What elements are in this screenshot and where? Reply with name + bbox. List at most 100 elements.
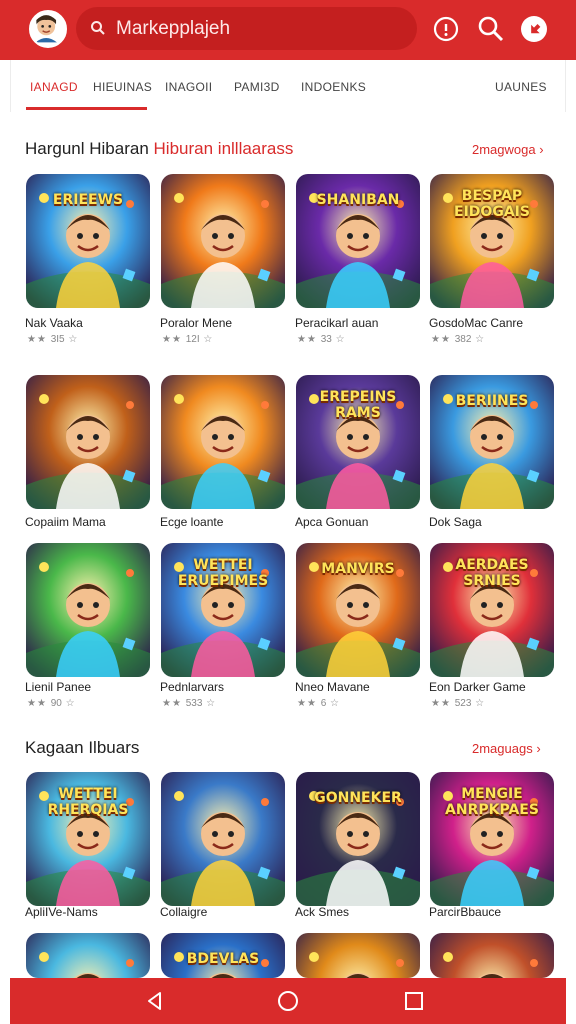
app-tile[interactable]: GONNEKER — [296, 772, 420, 906]
star-outline-icon: ☆ — [471, 334, 486, 345]
game-artwork-icon — [161, 174, 285, 308]
star-outline-icon: ☆ — [61, 698, 76, 709]
game-artwork-icon — [161, 375, 285, 509]
tab-4[interactable]: INDOENKS — [301, 80, 366, 94]
system-nav-bar — [10, 978, 566, 1024]
app-tile[interactable] — [26, 933, 150, 978]
rating-value: 533 — [185, 698, 203, 709]
tile-title: AERDAES SRNIES — [455, 557, 529, 589]
tab-5[interactable]: UAUNES — [495, 80, 547, 94]
tile-title: GONNEKER — [314, 790, 402, 806]
search-bar[interactable]: Markepplajeh — [76, 7, 417, 50]
app-name[interactable]: Collaigre — [160, 905, 207, 919]
star-icon: ★★ — [297, 698, 321, 709]
back-icon[interactable] — [142, 988, 168, 1014]
star-icon: ★★ — [27, 334, 51, 345]
app-name[interactable]: ApliIVe-Nams — [25, 905, 98, 919]
tile-title: MENGIE ANRPKPAES — [445, 786, 539, 818]
app-tile[interactable] — [26, 375, 150, 509]
app-tile[interactable]: AERDAES SRNIES — [430, 543, 554, 677]
tab-3[interactable]: PAMI3D — [234, 80, 280, 94]
section-title: Hargunl Hibaran Hiburan inlllaarass — [25, 139, 293, 159]
rating-value: 90 — [50, 698, 62, 709]
app-tile[interactable]: SHANIBAN — [296, 174, 420, 308]
search-icon — [91, 21, 105, 35]
game-artwork-icon — [26, 375, 150, 509]
section2-more-link[interactable]: 2maguags › — [472, 741, 541, 756]
star-icon: ★★ — [162, 334, 186, 345]
app-rating: ★★ 3I5 ☆ — [27, 334, 78, 345]
star-outline-icon: ☆ — [471, 698, 486, 709]
tile-title: SHANIBAN — [316, 192, 400, 208]
app-name[interactable]: Ack Smes — [295, 905, 349, 919]
star-outline-icon: ☆ — [199, 334, 214, 345]
app-tile[interactable]: WETTEI RHERQIAS — [26, 772, 150, 906]
app-name[interactable]: Nneo Mavane — [295, 680, 370, 694]
category-tabs: IANAGD HIEUINAS INAGOII PAMI3D INDOENKS … — [10, 60, 566, 112]
app-tile[interactable]: ERIEEWS — [26, 174, 150, 308]
tab-1[interactable]: HIEUINAS — [93, 80, 152, 94]
tab-0[interactable]: IANAGD — [30, 80, 78, 94]
app-name[interactable]: Peracikarl auan — [295, 316, 378, 330]
search-icon[interactable] — [477, 15, 505, 43]
rating-value: 382 — [454, 334, 472, 345]
app-name[interactable]: Poralor Mene — [160, 316, 232, 330]
rating-value: 12I — [185, 334, 200, 345]
star-icon: ★★ — [162, 698, 186, 709]
tab-2[interactable]: INAGOII — [165, 80, 212, 94]
app-rating: ★★ 533 ☆ — [162, 698, 216, 709]
tab-indicator — [26, 107, 147, 110]
account-icon[interactable] — [520, 15, 548, 43]
app-rating: ★★ 6 ☆ — [297, 698, 340, 709]
app-name[interactable]: Copaiim Mama — [25, 515, 106, 529]
avatar[interactable] — [29, 10, 67, 48]
star-outline-icon: ☆ — [326, 698, 341, 709]
home-icon[interactable] — [275, 988, 301, 1014]
app-name[interactable]: Ecge loante — [160, 515, 223, 529]
tile-title: BESPAP EIDOGAIS — [454, 188, 530, 220]
app-tile[interactable]: BDEVLAS — [161, 933, 285, 978]
app-rating: ★★ 523 ☆ — [431, 698, 485, 709]
star-icon: ★★ — [27, 698, 51, 709]
app-tile[interactable]: WETTEI ERUEPIMES — [161, 543, 285, 677]
app-name[interactable]: Nak Vaaka — [25, 316, 83, 330]
app-tile[interactable]: MENGIE ANRPKPAES — [430, 772, 554, 906]
app-tile[interactable]: BERIINES — [430, 375, 554, 509]
section2-title: Kagaan Ilbuars — [25, 738, 139, 758]
star-outline-icon: ☆ — [202, 698, 217, 709]
app-tile[interactable] — [161, 174, 285, 308]
tile-title: WETTEI RHERQIAS — [47, 786, 129, 818]
star-outline-icon: ☆ — [331, 334, 346, 345]
app-name[interactable]: Eon Darker Game — [429, 680, 526, 694]
app-name[interactable]: Dok Saga — [429, 515, 482, 529]
app-tile[interactable] — [430, 933, 554, 978]
app-tile[interactable] — [161, 772, 285, 906]
app-name[interactable]: ParcirBbauce — [429, 905, 501, 919]
app-rating: ★★ 33 ☆ — [297, 334, 346, 345]
section-more-link[interactable]: 2magwoga › — [472, 142, 544, 157]
tile-title: BDEVLAS — [186, 951, 260, 967]
game-artwork-icon — [296, 933, 420, 978]
rating-value: 33 — [320, 334, 332, 345]
game-artwork-icon — [26, 543, 150, 677]
section-subtitle: Hiburan inlllaarass — [153, 139, 294, 158]
section-title-text: Hargunl Hibaran — [25, 139, 149, 158]
app-tile[interactable]: BESPAP EIDOGAIS — [430, 174, 554, 308]
app-name[interactable]: Pednlarvars — [160, 680, 224, 694]
chevron-right-icon: › — [535, 142, 544, 157]
app-tile[interactable]: EREPEINS RAMS — [296, 375, 420, 509]
recents-icon[interactable] — [401, 988, 427, 1014]
app-name[interactable]: GosdoMac Canre — [429, 316, 523, 330]
info-icon[interactable] — [432, 15, 460, 43]
app-root: Markepplajeh IANAGD HIEUINAS INAGOII PAM… — [0, 0, 576, 1024]
star-icon: ★★ — [431, 698, 455, 709]
app-tile[interactable] — [161, 375, 285, 509]
app-name[interactable]: Lienil Panee — [25, 680, 91, 694]
search-input[interactable]: Markepplajeh — [116, 18, 230, 40]
app-rating: ★★ 382 ☆ — [431, 334, 485, 345]
app-name[interactable]: Apca Gonuan — [295, 515, 368, 529]
app-tile[interactable] — [26, 543, 150, 677]
app-tile[interactable]: MANVIRS — [296, 543, 420, 677]
game-artwork-icon — [161, 772, 285, 906]
app-tile[interactable] — [296, 933, 420, 978]
